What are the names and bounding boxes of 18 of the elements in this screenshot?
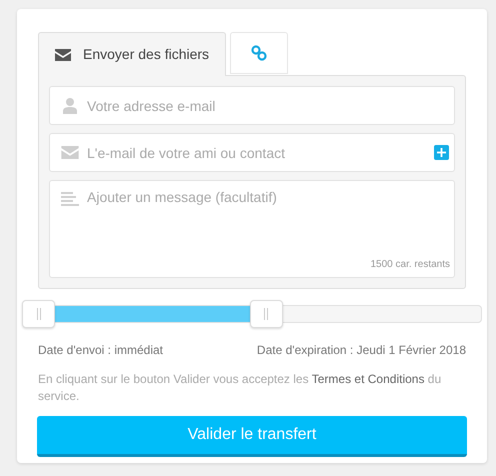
add-icon[interactable]: [434, 145, 449, 160]
slider-handle[interactable]: [22, 300, 55, 328]
tab[interactable]: [230, 32, 288, 74]
terms-text: En cliquant sur le bouton Valider vous acceptez les Termes et Conditions du service.: [38, 371, 442, 405]
email-field[interactable]: Votre adresse e-mail: [49, 86, 455, 125]
user-icon: [63, 98, 77, 114]
terms-link[interactable]: Termes et Conditions: [312, 372, 424, 386]
slider-track[interactable]: [22, 300, 482, 329]
email-field[interactable]: L'e-mail de votre ami ou contact: [49, 133, 455, 172]
expiry-date: Date d'expiration : Jeudi 1 Février 2018: [256, 342, 466, 359]
tab[interactable]: Envoyer des fichiers: [38, 32, 226, 76]
slider-handle[interactable]: [250, 300, 283, 328]
character-counter: 1500 car. restants: [370, 258, 450, 272]
text-lines-icon: [61, 192, 79, 206]
envelope-icon: [61, 146, 79, 159]
link-icon: [251, 45, 268, 61]
send-date: Date d'envoi : immédiat: [38, 342, 164, 359]
envelope-icon: [55, 48, 71, 60]
